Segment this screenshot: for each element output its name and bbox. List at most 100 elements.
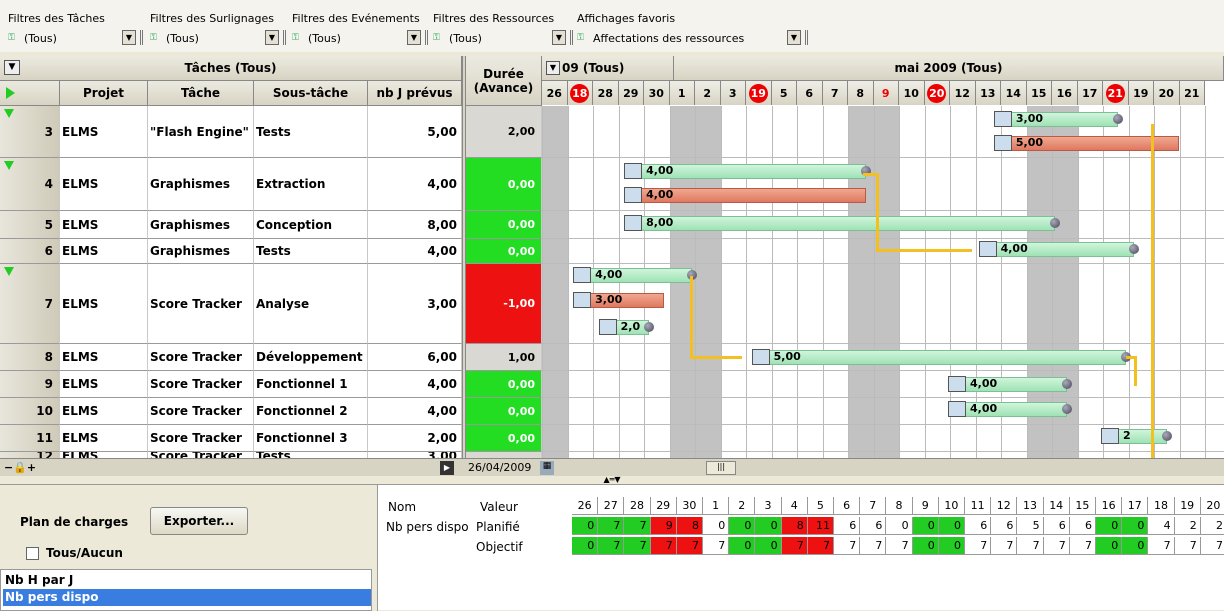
table-row[interactable]: 8 ELMS Score Tracker Développement 6,00 1,00	[0, 344, 542, 371]
bar-label: 8,00	[646, 216, 674, 229]
panel-splitter[interactable]: ▲═▼	[0, 476, 1224, 484]
list-item-selected[interactable]: Nb pers dispo	[3, 589, 371, 606]
workload-cell: 0	[1122, 517, 1149, 535]
day-header[interactable]: 6	[797, 81, 823, 105]
scroll-right-icon[interactable]: ▶	[440, 461, 454, 475]
table-row[interactable]: 7 ELMS Score Tracker Analyse 3,00 -1,00	[0, 264, 542, 344]
table-row[interactable]: 6 ELMS Graphismes Tests 4,00 0,00	[0, 239, 542, 264]
milestone-dot[interactable]	[1128, 244, 1139, 254]
column-splitter[interactable]	[462, 56, 466, 458]
filter-resources-select[interactable]: ⚿ (Tous)	[433, 30, 543, 46]
row-number[interactable]: 11	[0, 425, 60, 452]
gantt-bar-planned[interactable]	[575, 268, 693, 283]
workload-cell: 2	[1200, 517, 1224, 535]
day-header[interactable]: 13	[975, 81, 1001, 105]
chevron-down-icon[interactable]: ▼	[552, 30, 566, 45]
table-row[interactable]: 5 ELMS Graphismes Conception 8,00 0,00	[0, 211, 542, 239]
day-header[interactable]: 12	[950, 81, 976, 105]
day-header[interactable]: 7	[822, 81, 848, 105]
filter-tasks-select[interactable]: ⚿ (Tous)	[8, 30, 118, 46]
day-header[interactable]: 20	[924, 81, 950, 105]
day-header[interactable]: 3	[720, 81, 746, 105]
day-header[interactable]: 18	[567, 81, 593, 105]
col-header-nbj[interactable]: nb J prévus	[368, 81, 462, 106]
gantt-bar-planned[interactable]	[753, 350, 1126, 365]
chevron-down-icon[interactable]: ▼	[122, 30, 136, 45]
grid-hscrollbar[interactable]: −🔒+ ▶	[0, 458, 466, 476]
date-field[interactable]: 26/04/2009	[468, 461, 531, 474]
milestone-dot[interactable]	[1161, 431, 1172, 441]
day-header[interactable]: 21	[1179, 81, 1205, 105]
day-header[interactable]: 19	[746, 81, 772, 105]
table-row[interactable]: 9 ELMS Score Tracker Fonctionnel 1 4,00 0,00	[0, 371, 542, 398]
collapse-icon[interactable]: ▼	[4, 60, 20, 75]
day-header[interactable]: 20	[1154, 81, 1180, 105]
gantt-bar-planned[interactable]	[995, 112, 1119, 127]
grid-line	[695, 106, 696, 458]
gantt-bar-planned[interactable]	[950, 402, 1068, 417]
day-header[interactable]: 16	[1052, 81, 1078, 105]
all-none-checkbox[interactable]	[26, 547, 39, 560]
day-header[interactable]: 19	[1128, 81, 1154, 105]
row-number[interactable]: 8	[0, 344, 60, 371]
day-header[interactable]: 2	[695, 81, 721, 105]
list-item[interactable]: Nb H par J	[3, 572, 371, 589]
day-header[interactable]: 29	[618, 81, 644, 105]
grid-line	[720, 106, 722, 458]
table-row[interactable]: 11 ELMS Score Tracker Fonctionnel 3 2,00 0,00	[0, 425, 542, 452]
day-header[interactable]: 8	[848, 81, 874, 105]
day-header[interactable]: 28	[593, 81, 619, 105]
chevron-down-icon[interactable]: ▼	[546, 61, 560, 75]
day-header[interactable]: 1	[669, 81, 695, 105]
gantt-bar-planned[interactable]	[950, 377, 1068, 392]
expand-icon[interactable]	[4, 161, 14, 170]
milestone-dot[interactable]	[1113, 114, 1124, 124]
filter-highlights-select[interactable]: ⚿ (Tous)	[150, 30, 260, 46]
workload-cell: 0	[886, 517, 913, 535]
expand-icon[interactable]	[4, 109, 14, 118]
filter-events-select[interactable]: ⚿ (Tous)	[292, 30, 402, 46]
expand-icon[interactable]	[4, 267, 14, 276]
chevron-down-icon[interactable]: ▼	[407, 30, 421, 45]
row-number[interactable]: 6	[0, 239, 60, 264]
day-header[interactable]: 10	[899, 81, 925, 105]
day-header[interactable]: 15	[1026, 81, 1052, 105]
row-number[interactable]: 5	[0, 211, 60, 239]
chevron-down-icon[interactable]: ▼	[265, 30, 279, 45]
filter-favorites-select[interactable]: ⚿ Affectations des ressources	[577, 30, 777, 46]
day-number: 21	[1105, 83, 1125, 103]
gantt-bar-planned[interactable]	[626, 216, 1055, 231]
export-button[interactable]: Exporter...	[150, 507, 248, 535]
table-row[interactable]: 4 ELMS Graphismes Extraction 4,00 0,00	[0, 158, 542, 211]
row-number[interactable]: 7	[0, 264, 60, 344]
day-column-header: 28	[624, 497, 651, 515]
day-header[interactable]: 14	[1001, 81, 1027, 105]
col-header-projet[interactable]: Projet	[60, 81, 148, 106]
day-header[interactable]: 5	[771, 81, 797, 105]
bar-label: 3,00	[1015, 112, 1044, 125]
day-header[interactable]: 9	[873, 81, 899, 105]
lock-icon[interactable]: −🔒+	[4, 461, 36, 474]
workload-cell: 0	[1122, 537, 1149, 555]
chevron-down-icon[interactable]: ▼	[787, 30, 801, 45]
day-header[interactable]: 26	[542, 81, 568, 105]
milestone-dot[interactable]	[644, 322, 655, 332]
day-header[interactable]: 30	[644, 81, 670, 105]
day-header[interactable]: 17	[1077, 81, 1103, 105]
gantt-scrollbar[interactable]: 26/04/2009 ▦ |||	[466, 458, 1224, 476]
row-number[interactable]: 10	[0, 398, 60, 425]
play-icon	[6, 87, 15, 99]
table-row[interactable]: 10 ELMS Score Tracker Fonctionnel 2 4,00 0,00	[0, 398, 542, 425]
col-header-soustache[interactable]: Sous-tâche	[254, 81, 368, 106]
duration-header[interactable]: Durée (Avance)	[466, 56, 542, 106]
cell-tache: Score Tracker	[148, 371, 254, 398]
cell-nbj: 5,00	[368, 106, 462, 158]
calendar-icon[interactable]: ▦	[540, 461, 554, 475]
table-row[interactable]: 3 ELMS "Flash Engine" Tests 5,00 2,00	[0, 106, 542, 158]
col-header-tache[interactable]: Tâche	[148, 81, 254, 106]
day-header[interactable]: 21	[1103, 81, 1129, 105]
workload-cell: 0	[1096, 537, 1123, 555]
row-number[interactable]: 9	[0, 371, 60, 398]
scroll-thumb[interactable]: |||	[706, 461, 736, 475]
milestone-dot[interactable]	[1049, 218, 1060, 228]
